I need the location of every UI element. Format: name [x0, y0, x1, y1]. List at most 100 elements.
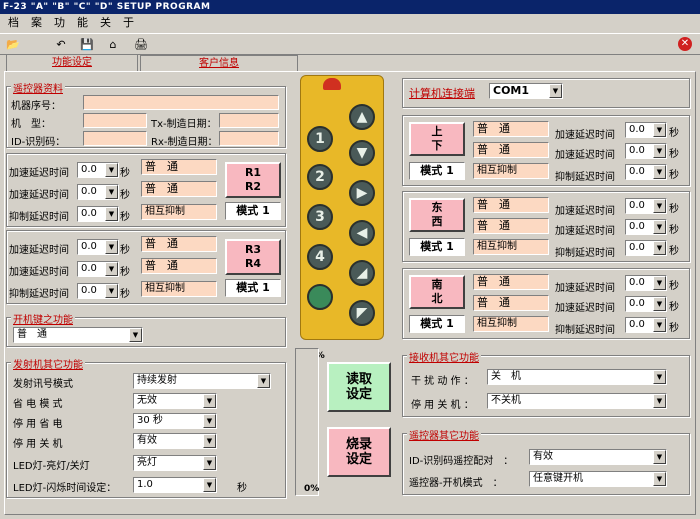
east-west-row0-select[interactable]: 0.0 ▼	[625, 198, 667, 214]
r1r2-row1-field[interactable]: 普 通	[141, 181, 217, 197]
menu-item-about-1[interactable]: 关	[100, 16, 111, 29]
chevron-down-icon[interactable]: ▼	[203, 394, 216, 408]
south-north-row1-select[interactable]: 0.0 ▼	[625, 296, 667, 312]
east-west-row0-field[interactable]: 普 通	[473, 197, 549, 213]
up-down-row1-field[interactable]: 普 通	[473, 142, 549, 158]
undo-icon[interactable]: ↶	[52, 36, 70, 53]
tx-row3-select[interactable]: 有效 ▼	[133, 433, 217, 449]
chevron-down-icon[interactable]: ▼	[549, 84, 562, 98]
progress-bottom-label: 0%	[304, 484, 320, 494]
chevron-down-icon[interactable]: ▼	[653, 144, 666, 158]
model-field[interactable]	[83, 113, 147, 128]
r3r4-button[interactable]: R3 R4	[225, 239, 281, 275]
chevron-down-icon[interactable]: ▼	[105, 163, 118, 177]
east-west-row2-select[interactable]: 0.0 ▼	[625, 240, 667, 256]
tx-row4-select[interactable]: 亮灯 ▼	[133, 455, 217, 471]
r1r2-row2-field[interactable]: 相互抑制	[141, 204, 217, 220]
chevron-down-icon[interactable]: ▼	[653, 318, 666, 332]
serial-field[interactable]	[83, 95, 279, 110]
chevron-down-icon[interactable]: ▼	[653, 370, 666, 384]
chevron-down-icon[interactable]: ▼	[203, 414, 216, 428]
r3r4-row2-unit: 秒	[120, 289, 130, 300]
tx-row1-label: 省 电 模 式	[13, 399, 63, 410]
chevron-down-icon[interactable]: ▼	[653, 297, 666, 311]
save-icon[interactable]: 💾	[78, 36, 96, 53]
up-down-row2-field[interactable]: 相互抑制	[473, 163, 549, 179]
chevron-down-icon[interactable]: ▼	[653, 165, 666, 179]
chevron-down-icon[interactable]: ▼	[653, 241, 666, 255]
chevron-down-icon[interactable]: ▼	[653, 450, 666, 464]
south-north-row2-field[interactable]: 相互抑制	[473, 316, 549, 332]
chevron-down-icon[interactable]: ▼	[653, 199, 666, 213]
chevron-down-icon[interactable]: ▼	[653, 123, 666, 137]
chevron-down-icon[interactable]: ▼	[653, 220, 666, 234]
chevron-down-icon[interactable]: ▼	[105, 284, 118, 298]
up-down-row0-field[interactable]: 普 通	[473, 121, 549, 137]
r3r4-row2-field[interactable]: 相互抑制	[141, 281, 217, 297]
chevron-down-icon[interactable]: ▼	[105, 185, 118, 199]
chevron-down-icon[interactable]: ▼	[105, 240, 118, 254]
burn-settings-button[interactable]: 烧录 设定	[327, 427, 391, 477]
chevron-down-icon[interactable]: ▼	[203, 478, 216, 492]
menu-item-function-1[interactable]: 功	[54, 16, 65, 29]
chevron-down-icon[interactable]: ▼	[203, 434, 216, 448]
menu-item-archive-1[interactable]: 档	[8, 16, 19, 29]
east-west-button[interactable]: 东 西	[409, 198, 465, 232]
print-icon[interactable]: 🖨	[132, 36, 150, 53]
home-icon[interactable]: ⌂	[104, 36, 122, 53]
menu-item-archive-2[interactable]: 案	[31, 16, 42, 29]
chevron-down-icon[interactable]: ▼	[257, 374, 270, 388]
east-west-row1-field[interactable]: 普 通	[473, 218, 549, 234]
remote-info-title: 遥控器资料	[11, 80, 65, 95]
r1r2-button[interactable]: R1 R2	[225, 162, 281, 198]
r3r4-row1-select[interactable]: 0.0 ▼	[77, 261, 119, 277]
power-key-select[interactable]: 普 通 ▼	[13, 327, 143, 343]
close-icon[interactable]: ✕	[678, 37, 692, 51]
r1r2-row2-select[interactable]: 0.0 ▼	[77, 206, 119, 222]
tx-row5-select[interactable]: 1.0 ▼	[133, 477, 217, 493]
r3r4-row2-select[interactable]: 0.0 ▼	[77, 283, 119, 299]
tx-row2-select[interactable]: 30 秒 ▼	[133, 413, 217, 429]
tab-function-settings[interactable]: 功能设定	[6, 54, 138, 71]
rx-date-field[interactable]	[219, 131, 279, 146]
south-north-row2-select[interactable]: 0.0 ▼	[625, 317, 667, 333]
south-north-row0-field[interactable]: 普 通	[473, 274, 549, 290]
south-north-row1-field[interactable]: 普 通	[473, 295, 549, 311]
r1r2-row1-select[interactable]: 0.0 ▼	[77, 184, 119, 200]
east-west-row2-field[interactable]: 相互抑制	[473, 239, 549, 255]
up-down-row1-select[interactable]: 0.0 ▼	[625, 143, 667, 159]
up-down-row0-select[interactable]: 0.0 ▼	[625, 122, 667, 138]
tx-date-field[interactable]	[219, 113, 279, 128]
chevron-down-icon[interactable]: ▼	[653, 472, 666, 486]
r3r4-row0-unit: 秒	[120, 245, 130, 256]
tx-row0-select[interactable]: 持续发射 ▼	[133, 373, 271, 389]
chevron-down-icon[interactable]: ▼	[105, 207, 118, 221]
chevron-down-icon[interactable]: ▼	[653, 394, 666, 408]
menu-item-about-2[interactable]: 于	[123, 16, 134, 29]
r1r2-row0-field[interactable]: 普 通	[141, 159, 217, 175]
read-settings-button[interactable]: 读取 设定	[327, 362, 391, 412]
r1r2-row0-select[interactable]: 0.0 ▼	[77, 162, 119, 178]
rx-row1-select[interactable]: 不关机 ▼	[487, 393, 667, 409]
up-down-row2-select[interactable]: 0.0 ▼	[625, 164, 667, 180]
up-down-button[interactable]: 上 下	[409, 122, 465, 156]
tab-customer-info[interactable]: 客户信息	[140, 55, 298, 71]
chevron-down-icon[interactable]: ▼	[105, 262, 118, 276]
ro-row0-select[interactable]: 有效 ▼	[529, 449, 667, 465]
chevron-down-icon[interactable]: ▼	[203, 456, 216, 470]
ro-row1-select[interactable]: 任意键开机 ▼	[529, 471, 667, 487]
chevron-down-icon[interactable]: ▼	[129, 328, 142, 342]
open-folder-icon[interactable]: 📂	[4, 36, 22, 53]
chevron-down-icon[interactable]: ▼	[653, 276, 666, 290]
east-west-row1-select[interactable]: 0.0 ▼	[625, 219, 667, 235]
rx-row0-select[interactable]: 关 机 ▼	[487, 369, 667, 385]
id-field[interactable]	[83, 131, 147, 146]
menu-item-function-2[interactable]: 能	[77, 16, 88, 29]
r3r4-row0-select[interactable]: 0.0 ▼	[77, 239, 119, 255]
south-north-button[interactable]: 南 北	[409, 275, 465, 309]
tx-row1-select[interactable]: 无效 ▼	[133, 393, 217, 409]
south-north-row0-select[interactable]: 0.0 ▼	[625, 275, 667, 291]
r3r4-row0-field[interactable]: 普 通	[141, 236, 217, 252]
com-port-select[interactable]: COM1 ▼	[489, 83, 563, 99]
r3r4-row1-field[interactable]: 普 通	[141, 258, 217, 274]
